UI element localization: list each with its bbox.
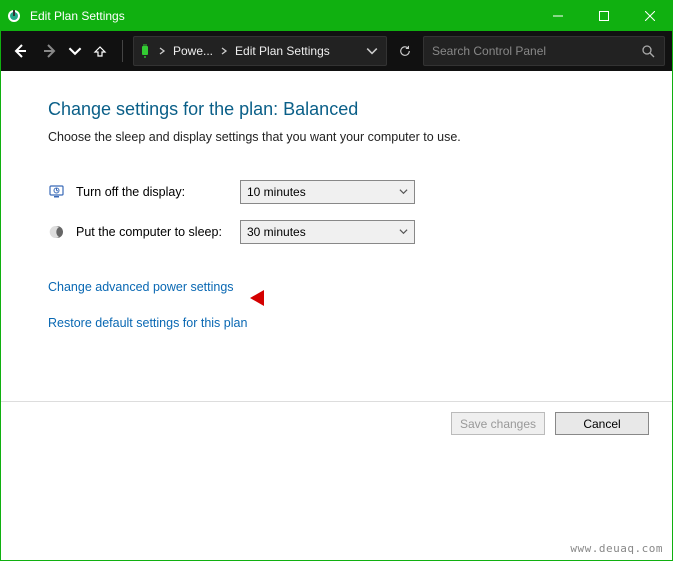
chevron-down-icon (399, 185, 408, 199)
nav-separator (122, 40, 123, 62)
change-advanced-link[interactable]: Change advanced power settings (48, 280, 234, 294)
display-timeout-text: Turn off the display: (76, 185, 185, 199)
refresh-button[interactable] (393, 37, 417, 65)
display-timeout-row: Turn off the display: 10 minutes (48, 180, 625, 204)
sleep-timeout-text: Put the computer to sleep: (76, 225, 222, 239)
window-title: Edit Plan Settings (28, 9, 535, 23)
up-button[interactable] (88, 39, 112, 63)
close-button[interactable] (627, 0, 673, 31)
watermark-text: www.deuaq.com (570, 542, 663, 555)
maximize-button[interactable] (581, 0, 627, 31)
advanced-link-row: Change advanced power settings (48, 280, 625, 316)
chevron-right-icon[interactable] (156, 47, 168, 55)
display-timeout-value: 10 minutes (247, 185, 306, 199)
sleep-timeout-value: 30 minutes (247, 225, 306, 239)
sleep-timeout-select[interactable]: 30 minutes (240, 220, 415, 244)
moon-icon (48, 223, 66, 241)
display-timeout-label: Turn off the display: (48, 183, 240, 201)
restore-defaults-link[interactable]: Restore default settings for this plan (48, 316, 247, 330)
chevron-right-icon[interactable] (218, 47, 230, 55)
window-controls (535, 0, 673, 31)
sleep-timeout-row: Put the computer to sleep: 30 minutes (48, 220, 625, 244)
minimize-button[interactable] (535, 0, 581, 31)
back-button[interactable] (8, 39, 32, 63)
chevron-down-icon (399, 225, 408, 239)
breadcrumb-dropdown[interactable] (360, 37, 384, 65)
app-icon (0, 0, 28, 31)
arrow-annotation-icon (248, 286, 288, 310)
content-area: Change settings for the plan: Balanced C… (0, 71, 673, 401)
power-options-icon (136, 42, 154, 60)
forward-button[interactable] (38, 39, 62, 63)
links-section: Change advanced power settings Restore d… (48, 280, 625, 330)
breadcrumb-seg-power[interactable]: Powe... (170, 44, 216, 58)
titlebar: Edit Plan Settings (0, 0, 673, 31)
breadcrumb-seg-edit[interactable]: Edit Plan Settings (232, 44, 333, 58)
save-button: Save changes (451, 412, 545, 435)
search-input[interactable] (432, 44, 640, 58)
search-icon[interactable] (640, 43, 656, 59)
recent-dropdown[interactable] (68, 39, 82, 63)
display-timeout-select[interactable]: 10 minutes (240, 180, 415, 204)
footer-buttons: Save changes Cancel (0, 402, 673, 435)
navbar: Powe... Edit Plan Settings (0, 31, 673, 71)
monitor-icon (48, 183, 66, 201)
page-heading: Change settings for the plan: Balanced (48, 99, 625, 120)
search-input-wrap[interactable] (423, 36, 665, 66)
breadcrumb[interactable]: Powe... Edit Plan Settings (133, 36, 387, 66)
page-subtext: Choose the sleep and display settings th… (48, 130, 625, 144)
sleep-timeout-label: Put the computer to sleep: (48, 223, 240, 241)
cancel-button[interactable]: Cancel (555, 412, 649, 435)
